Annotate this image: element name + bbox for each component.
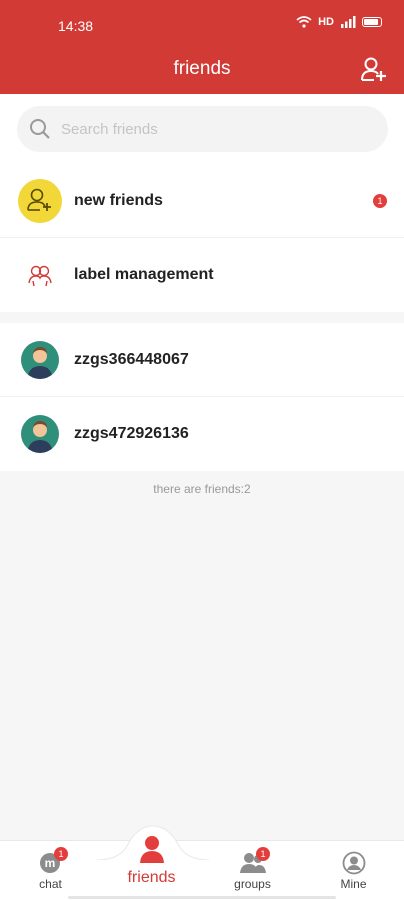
friend-item[interactable]: zzgs472926136 bbox=[0, 397, 404, 471]
status-time: 14:38 bbox=[58, 18, 94, 34]
app-header: 14:38 HD friends bbox=[0, 0, 404, 94]
nav-label-chat: chat bbox=[39, 877, 62, 891]
nav-tab-mine[interactable]: Mine bbox=[303, 841, 404, 900]
nav-tab-chat[interactable]: m 1 chat bbox=[0, 841, 101, 900]
bottom-nav: m 1 chat friends 1 groups Mine bbox=[0, 825, 404, 900]
home-indicator bbox=[68, 896, 336, 899]
new-friends-label: new friends bbox=[74, 191, 163, 209]
network-type-label: HD bbox=[318, 16, 334, 28]
groups-badge: 1 bbox=[256, 847, 270, 861]
friend-count-text: there are friends:2 bbox=[153, 482, 251, 496]
label-management-item[interactable]: label management bbox=[0, 238, 404, 312]
friends-list: zzgs366448067 zzgs472926136 bbox=[0, 323, 404, 471]
label-management-icon bbox=[28, 265, 52, 287]
chat-badge: 1 bbox=[54, 847, 68, 861]
search-box[interactable] bbox=[17, 106, 388, 152]
search-input[interactable] bbox=[61, 120, 361, 138]
new-friends-item[interactable]: new friends 1 bbox=[0, 164, 404, 238]
nav-tab-friends[interactable]: friends bbox=[101, 836, 202, 900]
new-friends-badge: 1 bbox=[373, 193, 387, 208]
new-friends-icon bbox=[18, 178, 62, 223]
nav-label-mine: Mine bbox=[340, 877, 367, 891]
search-section bbox=[0, 94, 404, 164]
friend-item[interactable]: zzgs366448067 bbox=[0, 323, 404, 397]
wifi-icon bbox=[296, 16, 312, 28]
special-items-list: new friends 1 label management bbox=[0, 164, 404, 312]
status-icons: HD bbox=[296, 16, 382, 28]
profile-icon bbox=[342, 851, 366, 875]
battery-icon bbox=[362, 17, 382, 27]
search-icon bbox=[30, 119, 50, 139]
avatar bbox=[21, 415, 59, 453]
nav-label-friends: friends bbox=[127, 869, 176, 886]
status-bar: 14:38 HD bbox=[0, 0, 404, 50]
svg-text:m: m bbox=[45, 856, 56, 870]
label-management-label: label management bbox=[74, 266, 214, 283]
friend-name: zzgs366448067 bbox=[74, 350, 189, 368]
avatar bbox=[21, 340, 59, 379]
friend-name: zzgs472926136 bbox=[74, 425, 189, 442]
signal-icon bbox=[341, 16, 356, 28]
nav-label-groups: groups bbox=[234, 877, 271, 891]
add-friend-icon[interactable] bbox=[360, 56, 388, 84]
nav-tab-groups[interactable]: 1 groups bbox=[202, 841, 303, 900]
friends-icon bbox=[140, 836, 164, 863]
page-title: friends bbox=[173, 58, 231, 79]
